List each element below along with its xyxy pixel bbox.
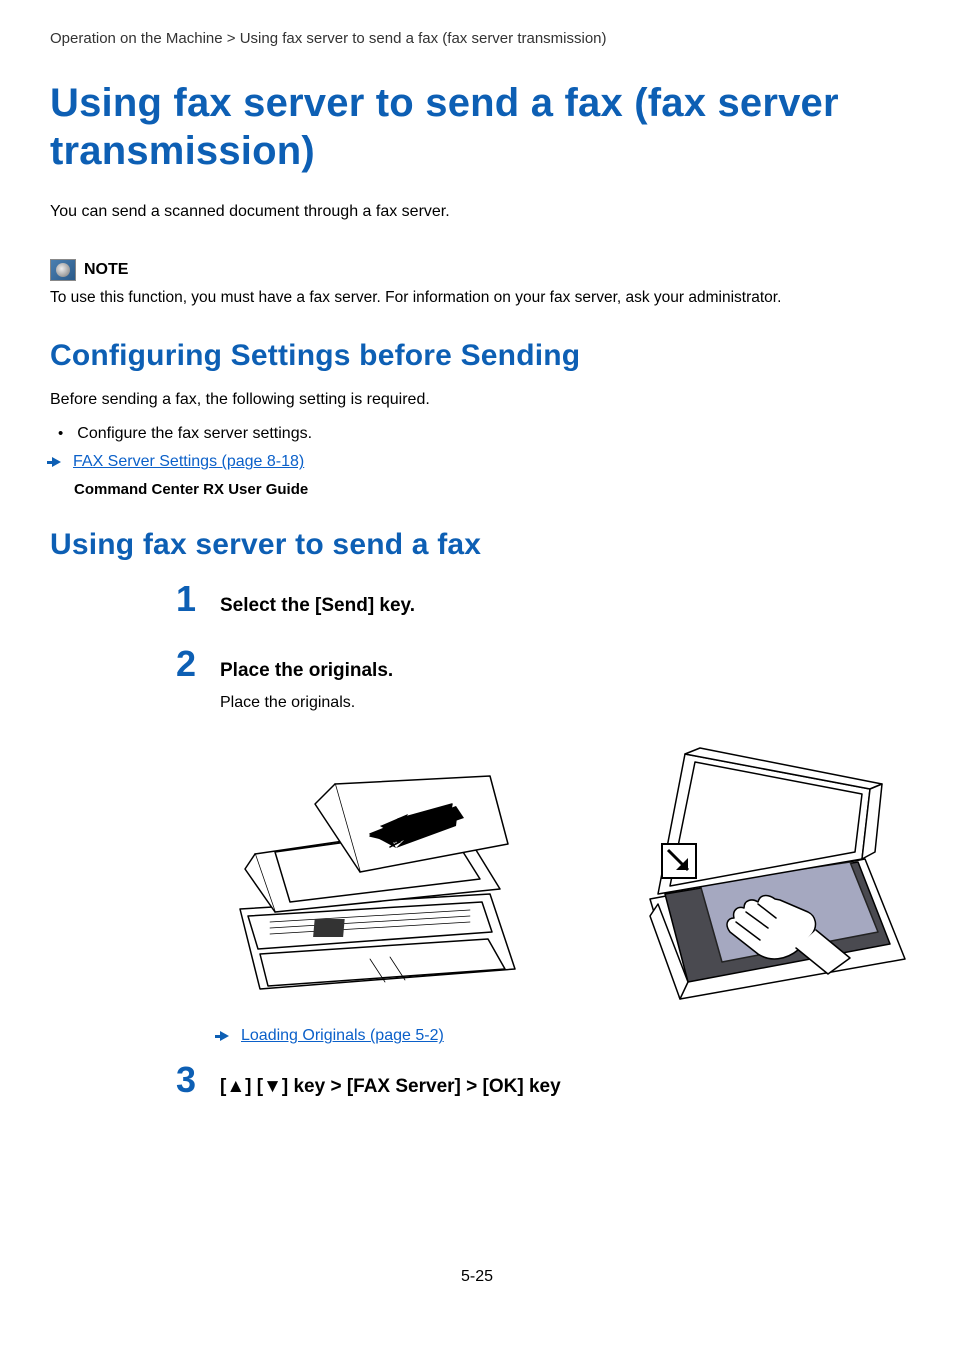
fax-server-settings-link[interactable]: FAX Server Settings (page 8-18) xyxy=(73,453,304,471)
step-title: [▲] [▼] key > [FAX Server] > [OK] key xyxy=(220,1076,904,1098)
step-title: Place the originals. xyxy=(220,660,904,682)
bullet-item: • Configure the fax server settings. xyxy=(58,425,904,443)
section-heading-configuring: Configuring Settings before Sending xyxy=(50,339,904,373)
page-number: 5-25 xyxy=(0,1268,954,1286)
arrow-icon xyxy=(220,1031,229,1041)
step-title: Select the [Send] key. xyxy=(220,595,904,617)
step-number: 3 xyxy=(176,1059,220,1101)
step-body-text: Place the originals. xyxy=(220,694,904,712)
note-box: NOTE To use this function, you must have… xyxy=(50,259,904,309)
note-text: To use this function, you must have a fa… xyxy=(50,287,904,309)
step-number: 2 xyxy=(176,643,220,685)
step-3: 3 [▲] [▼] key > [FAX Server] > [OK] key xyxy=(176,1059,904,1110)
intro-text: You can send a scanned document through … xyxy=(50,201,904,223)
breadcrumb: Operation on the Machine > Using fax ser… xyxy=(50,30,904,47)
section1-intro: Before sending a fax, the following sett… xyxy=(50,389,904,411)
section-heading-using: Using fax server to send a fax xyxy=(50,528,904,562)
step-1: 1 Select the [Send] key. xyxy=(176,578,904,629)
note-icon xyxy=(50,259,76,281)
link-row-step2: Loading Originals (page 5-2) xyxy=(220,1027,904,1045)
loading-originals-link[interactable]: Loading Originals (page 5-2) xyxy=(241,1027,444,1045)
link-row: FAX Server Settings (page 8-18) xyxy=(52,453,904,471)
bullet-dot: • xyxy=(58,425,63,442)
step-2: 2 Place the originals. Place the origina… xyxy=(176,643,904,722)
note-label: NOTE xyxy=(84,261,128,279)
arrow-icon xyxy=(52,457,61,467)
printer-adf-illustration xyxy=(220,744,530,1009)
bullet-text: Configure the fax server settings. xyxy=(77,425,312,443)
page-title: Using fax server to send a fax (fax serv… xyxy=(50,79,904,175)
sub-bold: Command Center RX User Guide xyxy=(74,481,904,498)
step-number: 1 xyxy=(176,578,220,620)
platen-glass-illustration xyxy=(640,744,920,1009)
